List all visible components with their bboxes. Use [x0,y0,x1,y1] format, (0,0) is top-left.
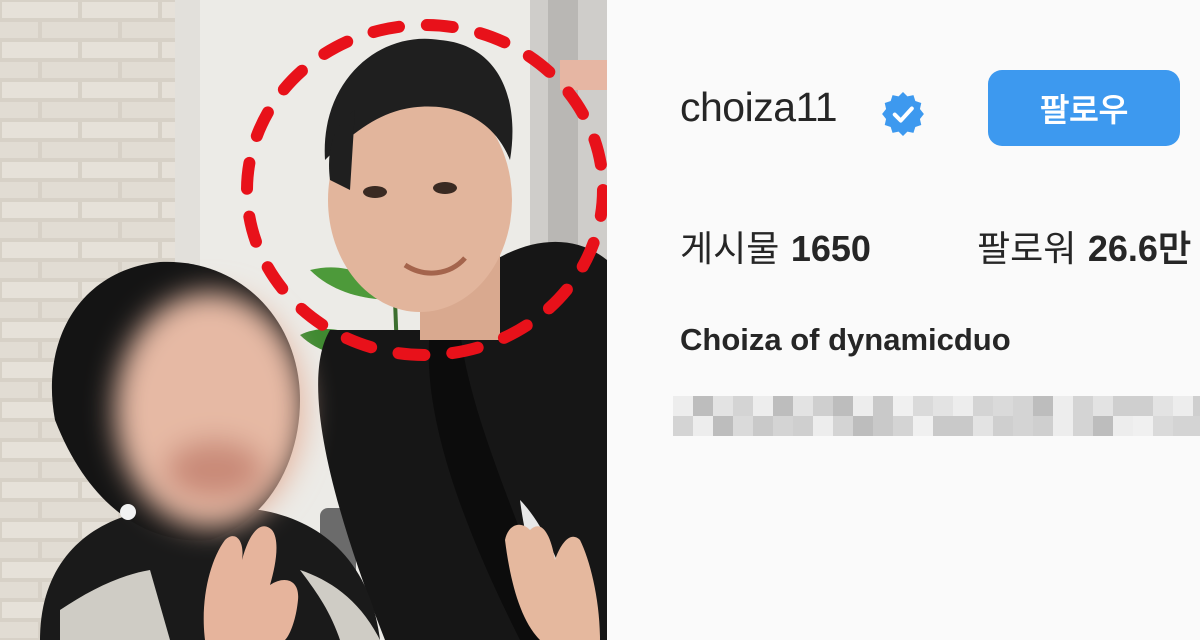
posts-value: 1650 [790,228,871,269]
profile-display-name: Choiza of dynamicduo [680,322,1011,357]
profile-header: choiza11 팔로우 게시물 1650 팔로워 26.6만 Choiza o… [607,0,1200,640]
posts-label: 게시물 [680,229,780,270]
verified-badge-icon [882,92,924,136]
followers-count[interactable]: 팔로워 26.6만 [977,220,1191,272]
profile-photo [0,0,607,640]
followers-value: 26.6만 [1087,228,1192,269]
posts-count[interactable]: 게시물 1650 [680,220,871,272]
bio-censored-pixelation [673,396,1200,436]
profile-username: choiza11 [680,84,838,130]
photo-illustration [0,0,607,640]
follow-button[interactable]: 팔로우 [988,70,1180,146]
followers-label: 팔로워 [977,229,1077,270]
